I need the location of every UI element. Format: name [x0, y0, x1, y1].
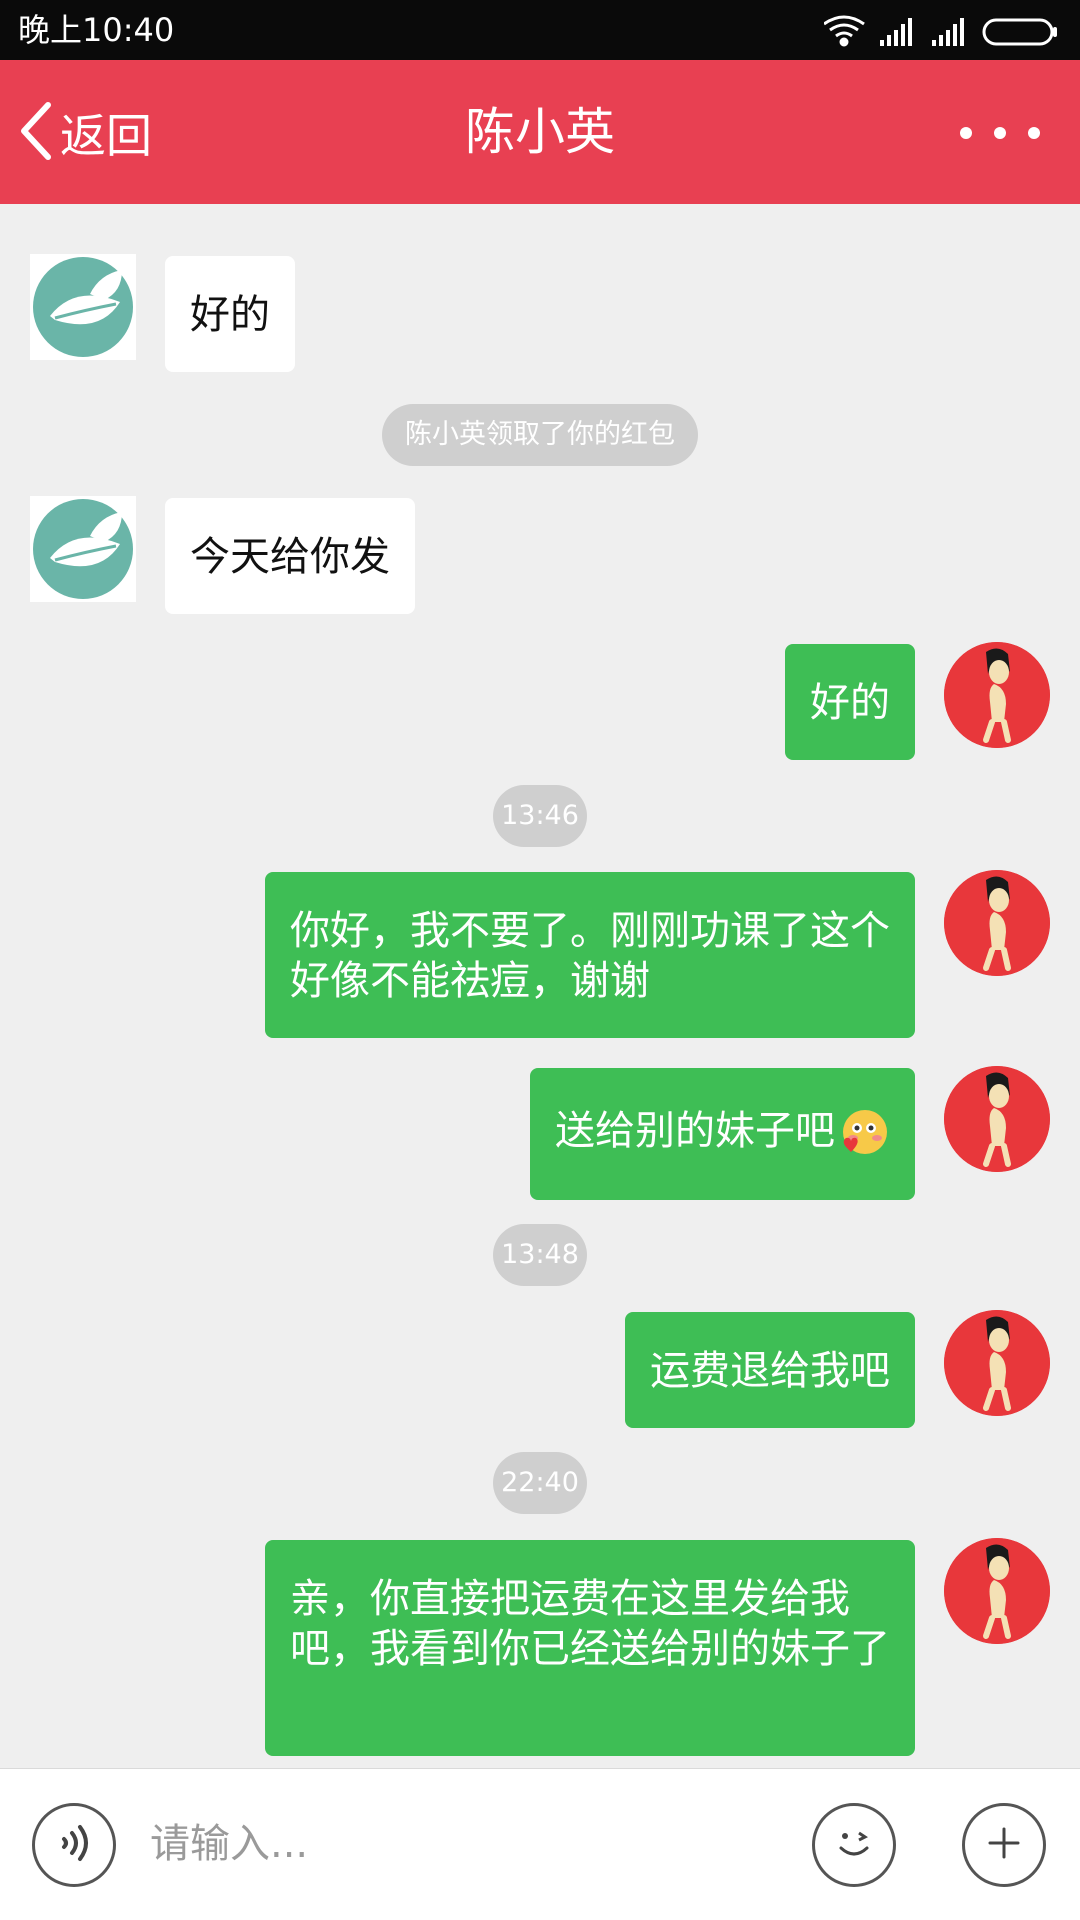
- page-title: 陈小英: [465, 103, 615, 161]
- message-bubble-outgoing[interactable]: 你好，我不要了。刚刚功课了这个好像不能祛痘，谢谢: [265, 872, 915, 1038]
- message-input[interactable]: [150, 1809, 770, 1879]
- signal-icon: [880, 18, 964, 46]
- title-bar: 返回 陈小英: [0, 60, 1080, 204]
- message-bubble-incoming[interactable]: 今天给你发: [165, 498, 415, 614]
- message-bubble-outgoing[interactable]: 送给别的妹子吧: [530, 1068, 915, 1200]
- timestamp-divider: 13:48: [493, 1224, 587, 1286]
- chat-area[interactable]: 好的 陈小英领取了你的红包 今天给你发 好的 13:46 你好，我不要了。刚刚功…: [0, 204, 1080, 1768]
- timestamp-divider: 22:40: [493, 1452, 587, 1514]
- my-avatar[interactable]: [944, 1066, 1050, 1172]
- voice-icon: [52, 1821, 96, 1869]
- plus-icon: [984, 1823, 1024, 1867]
- message-text: 送给别的妹子吧: [555, 1108, 835, 1154]
- status-bar: 晚上10:40: [0, 0, 1080, 60]
- status-time: 晚上10:40: [18, 11, 175, 49]
- add-button[interactable]: [962, 1803, 1046, 1887]
- message-bubble-incoming[interactable]: 好的: [165, 256, 295, 372]
- voice-button[interactable]: [32, 1803, 116, 1887]
- timestamp-divider: 13:46: [493, 785, 587, 847]
- message-bubble-outgoing[interactable]: 运费退给我吧: [625, 1312, 915, 1428]
- my-avatar[interactable]: [944, 1538, 1050, 1644]
- status-icons: [824, 14, 1064, 48]
- more-dots-icon: [960, 127, 972, 139]
- emoji-button[interactable]: [812, 1803, 896, 1887]
- my-avatar[interactable]: [944, 1310, 1050, 1416]
- my-avatar[interactable]: [944, 870, 1050, 976]
- my-avatar[interactable]: [944, 642, 1050, 748]
- message-bubble-outgoing[interactable]: 亲，你直接把运费在这里发给我吧，我看到你已经送给别的妹子了: [265, 1540, 915, 1756]
- blushing-emoji-icon: [837, 1108, 891, 1174]
- wifi-icon: [824, 15, 865, 47]
- contact-avatar[interactable]: [30, 496, 136, 602]
- emoji-icon: [829, 1818, 879, 1872]
- more-button[interactable]: [960, 118, 1040, 148]
- contact-avatar[interactable]: [30, 254, 136, 360]
- battery-icon: [982, 18, 1057, 46]
- input-bar: [0, 1768, 1080, 1920]
- message-bubble-outgoing[interactable]: 好的: [785, 644, 915, 760]
- red-packet-notice: 陈小英领取了你的红包: [382, 404, 698, 466]
